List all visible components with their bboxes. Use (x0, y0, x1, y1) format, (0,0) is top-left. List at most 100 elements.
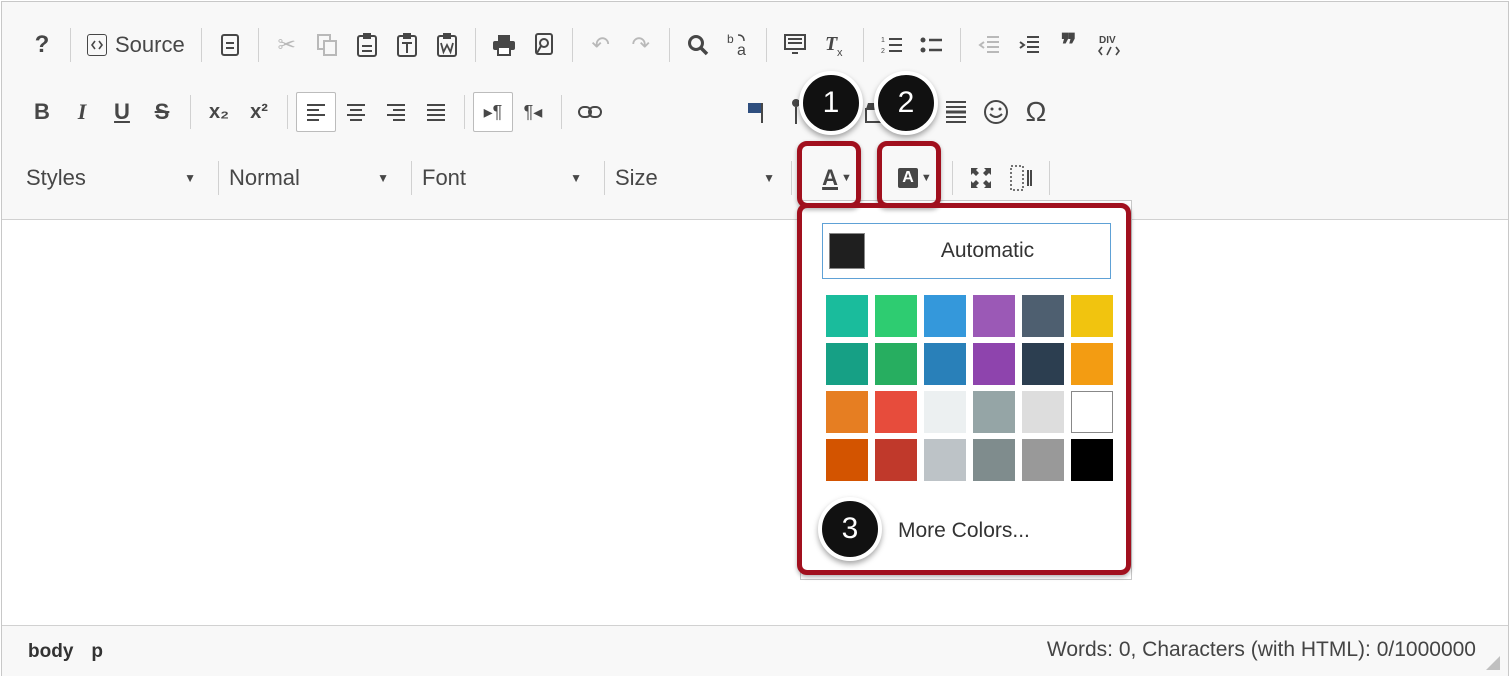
align-center-icon (347, 104, 365, 121)
path-item-p[interactable]: p (91, 641, 103, 663)
editor-content-area[interactable] (2, 220, 1508, 625)
cut-button[interactable]: ✂ (267, 25, 307, 65)
source-button[interactable]: Source (79, 25, 193, 65)
toolbar-separator (561, 95, 562, 129)
chevron-down-icon: ▼ (377, 171, 389, 185)
callout-badge-1: 1 (799, 71, 863, 135)
superscript-button[interactable]: x² (239, 92, 279, 132)
callout-badge-3: 3 (818, 497, 882, 561)
chevron-down-icon: ▼ (570, 171, 582, 185)
paste-text-button[interactable] (387, 25, 427, 65)
templates-button[interactable] (210, 25, 250, 65)
font-combo[interactable]: Font ▼ (418, 158, 598, 198)
copy-button[interactable] (307, 25, 347, 65)
subscript-button[interactable]: x₂ (199, 92, 239, 132)
print-button[interactable] (484, 25, 524, 65)
callout-badge-2: 2 (874, 71, 938, 135)
italic-button[interactable]: I (62, 92, 102, 132)
ltr-button[interactable]: ▸¶ (473, 92, 513, 132)
bold-button[interactable]: B (22, 92, 62, 132)
chevron-down-icon: ▼ (763, 171, 775, 185)
toolbar-separator (474, 28, 476, 62)
source-label: Source (115, 32, 185, 57)
link-button[interactable] (570, 92, 610, 132)
smiley-button[interactable] (976, 92, 1016, 132)
bulleted-list-icon (920, 37, 942, 53)
rich-text-editor: ? Source ✂ ↶ ↷ b a T x 1 2 ❞ DIV B I U S… (1, 1, 1509, 676)
select-all-button[interactable] (775, 25, 815, 65)
quote-icon: ❞ (1060, 28, 1077, 62)
rtl-button[interactable]: ¶◂ (513, 92, 553, 132)
size-label: Size (615, 165, 658, 190)
horizontal-rule-icon (946, 101, 966, 123)
indent-button[interactable] (1009, 25, 1049, 65)
align-left-icon (307, 104, 325, 121)
svg-text:1: 1 (881, 37, 885, 44)
blockquote-button[interactable]: ❞ (1049, 25, 1089, 65)
remove-format-button[interactable]: Tx (815, 25, 855, 65)
editor-toolbar: ? Source ✂ ↶ ↷ b a T x 1 2 ❞ DIV B I U S… (2, 2, 1508, 220)
show-blocks-button[interactable] (1001, 158, 1041, 198)
svg-text:DIV: DIV (1099, 35, 1116, 46)
redo-button[interactable]: ↷ (621, 25, 661, 65)
align-center-button[interactable] (336, 92, 376, 132)
align-right-icon (387, 104, 405, 121)
format-combo[interactable]: Normal ▼ (225, 158, 405, 198)
search-icon (687, 35, 708, 56)
link-icon (578, 106, 602, 118)
align-right-button[interactable] (376, 92, 416, 132)
toolbar-separator (952, 161, 953, 195)
print-icon (492, 35, 515, 56)
find-button[interactable] (678, 25, 718, 65)
styles-combo[interactable]: Styles ▼ (22, 158, 212, 198)
horizontal-rule-button[interactable] (936, 92, 976, 132)
preview-icon (534, 33, 553, 55)
toolbar-separator (200, 28, 202, 62)
help-button[interactable]: ? (22, 25, 62, 65)
align-left-button[interactable] (296, 92, 336, 132)
element-path: body p (28, 641, 103, 663)
scissors-icon: ✂ (277, 32, 296, 57)
resize-handle-icon[interactable] (1486, 656, 1500, 670)
ltr-icon: ▸¶ (483, 101, 503, 122)
maximize-button[interactable] (961, 158, 1001, 198)
path-item-body[interactable]: body (28, 641, 73, 663)
toolbar-separator (70, 28, 71, 62)
toolbar-separator (464, 95, 465, 129)
show-blocks-icon (1010, 165, 1032, 191)
bulleted-list-button[interactable] (912, 25, 952, 65)
toolbar-separator (257, 28, 259, 62)
paste-word-icon (436, 33, 457, 57)
outdent-button[interactable] (969, 25, 1009, 65)
font-label: Font (422, 165, 467, 190)
toolbar-separator (287, 95, 288, 129)
toolbar-separator (791, 161, 792, 195)
select-all-icon (783, 34, 806, 54)
toolbar-separator (959, 28, 961, 62)
replace-icon: ba (727, 32, 746, 59)
strike-button[interactable]: S (142, 92, 182, 132)
size-combo[interactable]: Size ▼ (611, 158, 791, 198)
toolbar-separator (862, 28, 864, 62)
create-div-button[interactable]: DIV (1089, 25, 1129, 65)
undo-button[interactable]: ↶ (581, 25, 621, 65)
numbered-list-button[interactable]: 12 (872, 25, 912, 65)
justify-icon (427, 104, 445, 121)
undo-icon: ↶ (591, 32, 610, 57)
svg-text:a: a (737, 42, 746, 59)
toolbar-separator (218, 161, 219, 195)
paste-word-button[interactable] (427, 25, 467, 65)
paste-button[interactable] (347, 25, 387, 65)
div-icon: DIV (1097, 35, 1120, 56)
indent-icon (1019, 36, 1039, 53)
preview-button[interactable] (524, 25, 564, 65)
underline-button[interactable]: U (102, 92, 142, 132)
replace-button[interactable]: ba (718, 25, 758, 65)
special-char-button[interactable]: Ω (1016, 92, 1056, 132)
justify-button[interactable] (416, 92, 456, 132)
redo-icon: ↷ (631, 32, 650, 57)
toolbar-separator (411, 161, 412, 195)
rtl-icon: ¶◂ (523, 101, 543, 122)
anchor-button[interactable] (736, 92, 776, 132)
toolbar-separator (571, 28, 573, 62)
